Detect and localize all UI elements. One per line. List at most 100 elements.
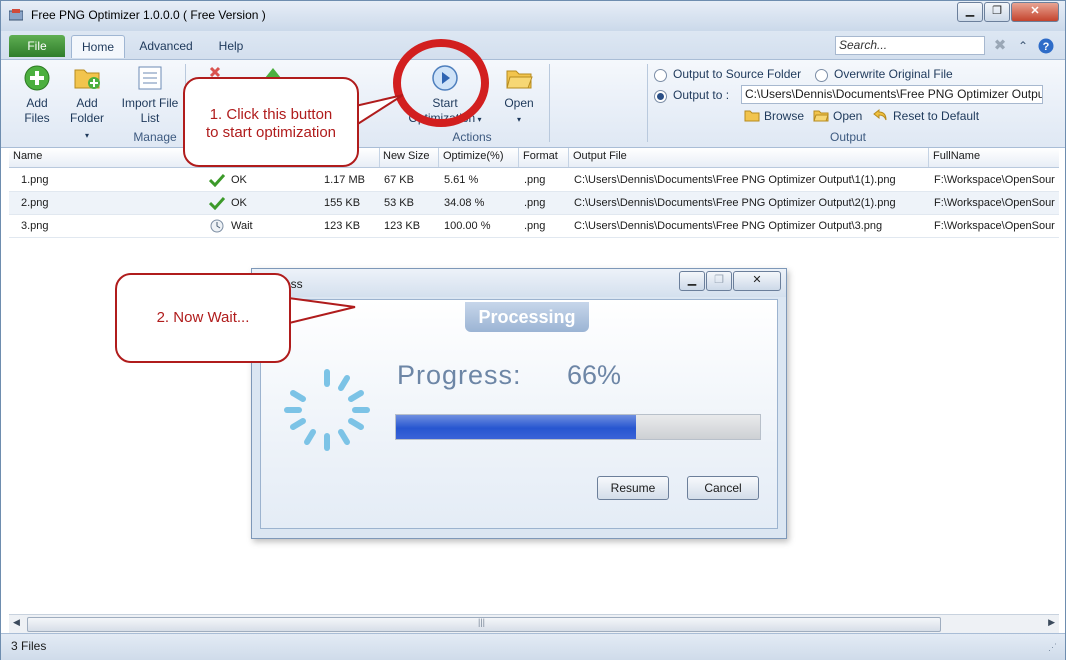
add-files-label-1: Add (26, 96, 48, 110)
start-label-2: Optimization (408, 111, 476, 125)
column-divider (568, 148, 569, 167)
cell-output: C:\Users\Dennis\Documents\Free PNG Optim… (574, 197, 896, 209)
help-icon[interactable]: ? (1038, 38, 1054, 54)
tab-help[interactable]: Help (211, 35, 251, 57)
dialog-maximize-button[interactable]: ❐ (706, 271, 732, 291)
cell-output: C:\Users\Dennis\Documents\Free PNG Optim… (574, 174, 896, 186)
start-optimization-button[interactable]: Start Optimization ▾ (407, 64, 483, 127)
output-group-label: Output (829, 130, 867, 144)
table-header: Name New Size Optimize(%) Format Output … (9, 148, 1059, 168)
add-folder-button[interactable]: Add Folder ▾ (67, 64, 107, 143)
undo-icon (873, 108, 887, 121)
scroll-thumb[interactable]: ||| (27, 617, 941, 632)
open-button[interactable]: Open ▾ (501, 64, 537, 127)
clear-icon[interactable]: ✖ (992, 38, 1008, 54)
add-files-button[interactable]: Add Files (17, 64, 57, 126)
progress-label: Progress: (397, 360, 522, 390)
cell-format: .png (524, 220, 546, 232)
column-divider (928, 148, 929, 167)
reset-label: Reset to Default (893, 109, 980, 123)
check-icon (209, 173, 225, 187)
horizontal-scrollbar[interactable]: ◀ ||| ▶ (9, 614, 1059, 633)
folder-add-icon (74, 69, 100, 89)
progress-bar (395, 414, 761, 440)
import-label-2: List (140, 111, 160, 125)
output-to-label: Output to : (673, 88, 730, 102)
svg-text:?: ? (1043, 41, 1050, 53)
cell-size: 123 KB (324, 220, 361, 232)
progress-value: 66% (567, 360, 622, 390)
open-small-label: Open (833, 109, 863, 123)
separator (549, 64, 550, 142)
browse-folder-icon (744, 110, 760, 122)
callout-start-line2: to start optimization (205, 124, 337, 141)
app-icon (9, 9, 23, 21)
col-optimize[interactable]: Optimize(%) (443, 150, 504, 162)
minimize-button[interactable]: ▁ (957, 2, 983, 22)
col-name[interactable]: Name (13, 150, 42, 162)
scroll-right-icon[interactable]: ▶ (1048, 617, 1055, 628)
browse-button[interactable]: Browse (744, 108, 804, 123)
cell-name: 2.png (21, 197, 49, 209)
callout-start: 1. Click this button to start optimizati… (183, 77, 359, 167)
overwrite-radio[interactable] (815, 69, 828, 82)
cancel-button[interactable]: Cancel (687, 476, 759, 500)
add-files-label-2: Files (24, 111, 50, 125)
title-bar: Free PNG Optimizer 1.0.0.0 ( Free Versio… (1, 1, 1065, 31)
progress-bar-fill (396, 415, 637, 439)
file-count: 3 Files (11, 639, 47, 653)
import-file-list-button[interactable]: Import File List (119, 64, 181, 126)
list-icon (138, 66, 162, 90)
import-label-1: Import File (121, 96, 179, 110)
table-row[interactable]: 1.png OK 1.17 MB 67 KB 5.61 % .png C:\Us… (9, 169, 1059, 192)
table-row[interactable]: 2.png OK 155 KB 53 KB 34.08 % .png C:\Us… (9, 192, 1059, 215)
open-small-icon (813, 110, 829, 122)
cell-optimize: 34.08 % (444, 197, 485, 209)
table-row[interactable]: 3.png Wait 123 KB 123 KB 100.00 % .png C… (9, 215, 1059, 238)
cell-size: 155 KB (324, 197, 361, 209)
overwrite-label: Overwrite Original File (834, 67, 953, 81)
tab-home[interactable]: Home (71, 35, 125, 58)
cell-fullname: F:\Workspace\OpenSour (934, 197, 1055, 209)
resume-button[interactable]: Resume (597, 476, 669, 500)
cell-format: .png (524, 197, 546, 209)
dialog-minimize-button[interactable]: ▁ (679, 271, 705, 291)
reset-default-button[interactable]: Reset to Default (873, 108, 979, 123)
cell-new-size: 67 KB (384, 174, 414, 186)
clock-icon (210, 219, 224, 233)
open-output-button[interactable]: Open (813, 108, 862, 123)
callout-wait-text: 2. Now Wait... (156, 309, 250, 326)
tab-file[interactable]: File (9, 35, 65, 57)
cell-fullname: F:\Workspace\OpenSour (934, 174, 1055, 186)
dialog-close-button[interactable]: ✕ (733, 271, 781, 291)
cell-status: OK (231, 174, 247, 186)
col-output-file[interactable]: Output File (573, 150, 627, 162)
tab-advanced[interactable]: Advanced (133, 35, 199, 57)
app-window: Free PNG Optimizer 1.0.0.0 ( Free Versio… (0, 0, 1066, 660)
col-fullname[interactable]: FullName (933, 150, 980, 162)
output-source-radio[interactable] (654, 69, 667, 82)
processing-badge: Processing (465, 302, 589, 332)
cell-new-size: 53 KB (384, 197, 414, 209)
cell-name: 1.png (21, 174, 49, 186)
separator (647, 64, 648, 142)
manage-group-label: Manage (133, 130, 177, 144)
actions-group-label: Actions (452, 130, 492, 144)
scroll-left-icon[interactable]: ◀ (13, 617, 20, 628)
cell-fullname: F:\Workspace\OpenSour (934, 220, 1055, 232)
check-icon (209, 196, 225, 210)
col-format[interactable]: Format (523, 150, 558, 162)
open-folder-icon (506, 70, 533, 89)
collapse-ribbon-icon[interactable]: ⌃ (1015, 38, 1031, 54)
close-button[interactable]: ✕ (1011, 2, 1059, 22)
maximize-button[interactable]: ❐ (984, 2, 1010, 22)
output-source-label: Output to Source Folder (673, 67, 802, 81)
output-path-field[interactable]: C:\Users\Dennis\Documents\Free PNG Optim… (741, 85, 1043, 104)
status-bar: 3 Files ⋰ (1, 633, 1065, 660)
search-input[interactable]: Search... (835, 36, 985, 55)
cell-status: OK (231, 197, 247, 209)
cell-size: 1.17 MB (324, 174, 365, 186)
output-to-radio[interactable] (654, 90, 667, 103)
resize-grip-icon[interactable]: ⋰ (1048, 642, 1057, 653)
ribbon-tabs: File Home Advanced Help Search... ✖ ⌃ ? (1, 31, 1065, 59)
